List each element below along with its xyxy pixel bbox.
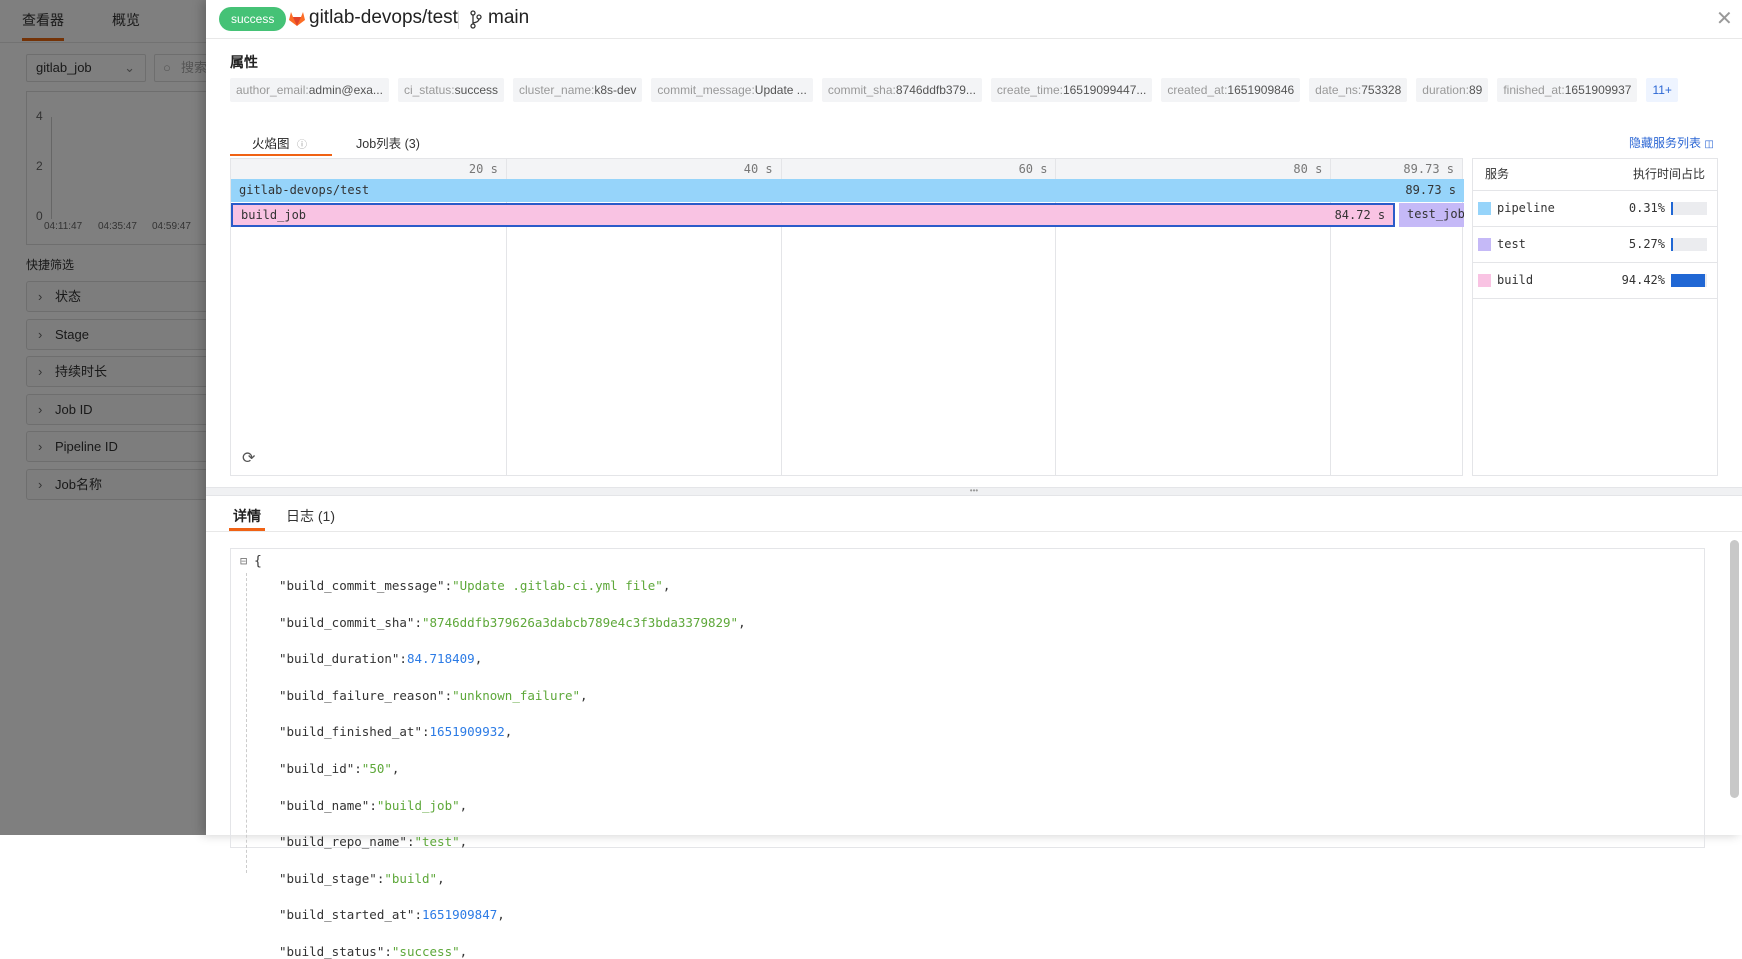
json-entry: "build_duration":84.718409, — [279, 651, 483, 667]
service-name: pipeline — [1497, 201, 1555, 215]
gitlab-icon — [289, 12, 305, 26]
column-service: 服务 — [1485, 167, 1510, 181]
attribute-tag[interactable]: cluster_name:k8s-dev — [513, 78, 643, 102]
repo-name: gitlab-devops/test — [309, 7, 458, 28]
attribute-tag[interactable]: author_email:admin@exa... — [230, 78, 389, 102]
scrollbar[interactable] — [1730, 540, 1739, 798]
json-entry: "build_id":"50", — [279, 761, 400, 776]
attribute-tag[interactable]: ci_status:success — [397, 78, 504, 102]
resize-handle[interactable]: ••• — [206, 487, 1742, 496]
flame-span-test_job[interactable]: test_job — [1399, 203, 1464, 227]
json-entry: "build_repo_name":"test", — [279, 834, 468, 850]
attribute-tag[interactable]: create_time:16519099447... — [990, 78, 1153, 102]
close-icon[interactable]: ✕ — [1716, 6, 1733, 31]
attributes-title: 属性 — [230, 54, 258, 70]
status-badge: success — [219, 7, 287, 31]
service-list-header: 服务 执行时间占比 — [1473, 159, 1717, 191]
attribute-tag[interactable]: commit_sha:8746ddfb379... — [821, 78, 982, 102]
flame-graph: 20 s 40 s 60 s 80 s 89.73 s gitlab-devops/tes… — [230, 158, 1464, 476]
modal-mask[interactable] — [0, 0, 206, 835]
info-icon: ⓘ — [297, 140, 307, 151]
time-tick: 20 s — [468, 162, 498, 176]
ratio-bar-fill — [1671, 274, 1705, 287]
collapse-icon[interactable]: ⊟ — [240, 554, 247, 568]
ratio-bar — [1671, 202, 1707, 215]
span-name: gitlab-devops/test — [239, 183, 370, 197]
hide-services-link[interactable]: 隐藏服务列表 ◫ — [1629, 134, 1714, 151]
attribute-tag[interactable]: commit_message:Update ... — [651, 78, 813, 102]
tab-details[interactable]: 详情 — [233, 506, 261, 526]
attribute-tags: author_email:admin@exa... ci_status:succe… — [230, 78, 1687, 102]
attribute-tag[interactable]: finished_at:1651909937 — [1497, 78, 1638, 102]
more-attributes-button[interactable]: 11+ — [1646, 78, 1678, 102]
json-entry: "build_commit_sha":"8746ddfb379626a3dabc… — [279, 614, 746, 630]
ratio-bar — [1671, 274, 1707, 287]
service-row[interactable]: test 5.27% — [1473, 227, 1717, 263]
time-tick: 80 s — [1293, 162, 1323, 176]
service-list: 服务 执行时间占比 pipeline 0.31% test 5.27% buil… — [1472, 158, 1718, 476]
json-entry: "build_status":"success", — [279, 944, 468, 959]
time-tick: 60 s — [1018, 162, 1048, 176]
json-entry: "build_commit_message":"Update .gitlab-c… — [279, 578, 671, 593]
service-ratio: 0.31% — [1628, 201, 1665, 215]
divider — [206, 38, 1742, 39]
json-entry: "build_stage":"build", — [279, 870, 445, 886]
span-duration: 89.73 s — [1405, 183, 1456, 197]
panel-icon: ◫ — [1704, 139, 1714, 150]
service-color-swatch — [1478, 202, 1491, 215]
divider — [206, 531, 1742, 532]
indent-guide — [246, 573, 247, 873]
json-viewer: ⊟ { "build_commit_message":"Update .gitl… — [230, 548, 1705, 959]
service-color-swatch — [1478, 238, 1491, 251]
divider — [458, 11, 459, 29]
refresh-icon[interactable]: ⟳ — [242, 448, 255, 468]
tab-logs[interactable]: 日志 (1) — [286, 506, 335, 526]
json-entry: "build_started_at":1651909847, — [279, 907, 505, 923]
service-row[interactable]: pipeline 0.31% — [1473, 191, 1717, 227]
ratio-bar-fill — [1671, 238, 1673, 251]
time-tick: 89.73 s — [1403, 162, 1454, 176]
service-ratio: 5.27% — [1628, 237, 1665, 251]
service-name: test — [1497, 237, 1526, 251]
span-duration: 84.72 s — [1334, 208, 1386, 222]
tab-job-list[interactable]: Job列表 (3) — [356, 133, 420, 152]
tab-flame-graph[interactable]: 火焰图 ⓘ — [230, 133, 332, 152]
detail-drawer: success gitlab-devops/test main ✕ 属性 aut… — [206, 0, 1742, 959]
json-brace: { — [254, 554, 262, 569]
ratio-bar — [1671, 238, 1707, 251]
json-entry: "build_name":"build_job", — [279, 797, 468, 813]
flame-span-build_job[interactable]: build_job 84.72 s — [231, 203, 1396, 227]
active-tab-indicator — [230, 154, 332, 156]
service-row[interactable]: build 94.42% — [1473, 263, 1717, 299]
branch-icon — [470, 10, 482, 29]
attribute-tag[interactable]: date_ns:753328 — [1309, 78, 1408, 102]
span-name: build_job — [241, 208, 307, 222]
column-ratio: 执行时间占比 — [1632, 167, 1705, 181]
ratio-bar-fill — [1671, 202, 1673, 215]
service-color-swatch — [1478, 274, 1491, 287]
service-name: build — [1497, 273, 1534, 287]
attribute-tag[interactable]: created_at:1651909846 — [1161, 78, 1301, 102]
time-tick: 40 s — [743, 162, 773, 176]
json-entry: "build_finished_at":1651909932, — [279, 724, 513, 740]
service-ratio: 94.42% — [1621, 273, 1665, 287]
flame-span-gitlab-devops/test[interactable]: gitlab-devops/test 89.73 s — [231, 179, 1464, 202]
json-entry: "build_failure_reason":"unknown_failure"… — [279, 687, 588, 703]
span-name: test_job — [1407, 207, 1464, 221]
attribute-tag[interactable]: duration:89 — [1416, 78, 1489, 102]
branch-name: main — [488, 7, 530, 28]
